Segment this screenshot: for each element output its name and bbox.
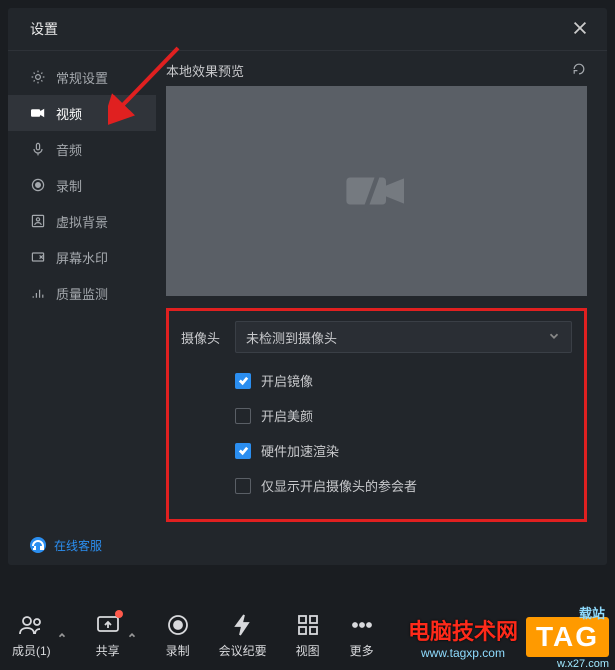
sidebar-item-label: 常规设置 bbox=[56, 68, 108, 87]
toolbar-notes[interactable]: 会议纪要 bbox=[219, 612, 267, 659]
toolbar-label: 成员(1) bbox=[12, 642, 51, 659]
sidebar-item-general[interactable]: 常规设置 bbox=[8, 59, 156, 95]
lightning-icon bbox=[230, 612, 256, 638]
sidebar-item-quality[interactable]: 质量监测 bbox=[8, 275, 156, 311]
toolbar-label: 共享 bbox=[96, 642, 120, 659]
option-camera-only[interactable]: 仅显示开启摄像头的参会者 bbox=[235, 476, 572, 495]
bars-icon bbox=[30, 285, 46, 301]
person-square-icon bbox=[30, 213, 46, 229]
record-icon bbox=[165, 612, 191, 638]
badge-dot bbox=[115, 610, 123, 618]
highlighted-region: 摄像头 未检测到摄像头 开启镜像 开启美颜 bbox=[166, 308, 587, 522]
option-label: 硬件加速渲染 bbox=[261, 441, 339, 460]
rotate-icon bbox=[571, 61, 587, 77]
option-label: 仅显示开启摄像头的参会者 bbox=[261, 476, 417, 495]
option-beauty[interactable]: 开启美颜 bbox=[235, 406, 572, 425]
watermark-icon bbox=[30, 249, 46, 265]
checkbox-icon bbox=[235, 408, 251, 424]
dropdown-value: 未检测到摄像头 bbox=[246, 328, 337, 347]
main-panel: 本地效果预览 摄像头 未检测到摄像头 bbox=[156, 51, 607, 565]
option-label: 开启美颜 bbox=[261, 406, 313, 425]
sidebar-item-label: 视频 bbox=[56, 104, 82, 123]
headset-icon bbox=[30, 537, 46, 553]
checkbox-icon bbox=[235, 478, 251, 494]
toolbar-more[interactable]: 更多 bbox=[349, 612, 375, 659]
sidebar-item-label: 录制 bbox=[56, 176, 82, 195]
camera-row: 摄像头 未检测到摄像头 bbox=[181, 321, 572, 353]
checkbox-icon bbox=[235, 373, 251, 389]
checkbox-icon bbox=[235, 443, 251, 459]
camera-field-label: 摄像头 bbox=[181, 328, 225, 347]
gear-icon bbox=[30, 69, 46, 85]
grid-icon bbox=[295, 612, 321, 638]
spacer bbox=[8, 311, 156, 525]
record-icon bbox=[30, 177, 46, 193]
sidebar: 常规设置 视频 音频 录制 虚拟背景 屏幕水印 bbox=[8, 51, 156, 565]
more-icon bbox=[349, 612, 375, 638]
sidebar-item-label: 音频 bbox=[56, 140, 82, 159]
close-icon bbox=[571, 19, 589, 37]
chevron-up-icon[interactable] bbox=[127, 628, 137, 643]
sidebar-item-label: 质量监测 bbox=[56, 284, 108, 303]
preview-header: 本地效果预览 bbox=[166, 61, 587, 80]
modal-title: 设置 bbox=[30, 19, 58, 39]
toolbar-label: 视图 bbox=[296, 642, 320, 659]
toolbar-members[interactable]: 成员(1) bbox=[12, 612, 51, 659]
sidebar-item-video[interactable]: 视频 bbox=[8, 95, 156, 131]
options-list: 开启镜像 开启美颜 硬件加速渲染 仅显示开启摄像头的参会者 bbox=[235, 371, 572, 495]
toolbar-view[interactable]: 视图 bbox=[295, 612, 321, 659]
video-preview bbox=[166, 86, 587, 296]
sidebar-item-label: 虚拟背景 bbox=[56, 212, 108, 231]
sidebar-item-record[interactable]: 录制 bbox=[8, 167, 156, 203]
sidebar-item-watermark[interactable]: 屏幕水印 bbox=[8, 239, 156, 275]
chevron-down-icon bbox=[547, 329, 561, 346]
preview-label: 本地效果预览 bbox=[166, 61, 244, 80]
sidebar-item-audio[interactable]: 音频 bbox=[8, 131, 156, 167]
toolbar-record[interactable]: 录制 bbox=[165, 612, 191, 659]
modal-header: 设置 bbox=[8, 8, 607, 50]
toolbar-share[interactable]: 共享 bbox=[95, 612, 121, 659]
toolbar-label: 录制 bbox=[166, 642, 190, 659]
toolbar-label: 会议纪要 bbox=[219, 642, 267, 659]
microphone-icon bbox=[30, 141, 46, 157]
sidebar-item-virtual-bg[interactable]: 虚拟背景 bbox=[8, 203, 156, 239]
share-screen-icon bbox=[95, 612, 121, 638]
camera-icon bbox=[30, 105, 46, 121]
camera-off-icon bbox=[341, 162, 413, 220]
chevron-up-icon[interactable] bbox=[57, 628, 67, 643]
close-button[interactable] bbox=[571, 19, 589, 40]
members-icon bbox=[18, 612, 44, 638]
toolbar-label: 更多 bbox=[350, 642, 374, 659]
bottom-toolbar: 成员(1) 共享 录制 会议纪要 视图 更多 bbox=[0, 600, 615, 670]
option-label: 开启镜像 bbox=[261, 371, 313, 390]
watermark-partial-url: w.x27.com bbox=[557, 658, 609, 670]
modal-body: 常规设置 视频 音频 录制 虚拟背景 屏幕水印 bbox=[8, 51, 607, 565]
option-mirror[interactable]: 开启镜像 bbox=[235, 371, 572, 390]
option-hw-accel[interactable]: 硬件加速渲染 bbox=[235, 441, 572, 460]
watermark-partial: 载站 bbox=[579, 603, 605, 622]
rotate-button[interactable] bbox=[571, 61, 587, 80]
settings-modal: 设置 常规设置 视频 音频 录制 虚拟背景 bbox=[8, 8, 607, 565]
support-label: 在线客服 bbox=[54, 537, 102, 554]
sidebar-item-label: 屏幕水印 bbox=[56, 248, 108, 267]
support-link[interactable]: 在线客服 bbox=[8, 525, 156, 565]
camera-dropdown[interactable]: 未检测到摄像头 bbox=[235, 321, 572, 353]
